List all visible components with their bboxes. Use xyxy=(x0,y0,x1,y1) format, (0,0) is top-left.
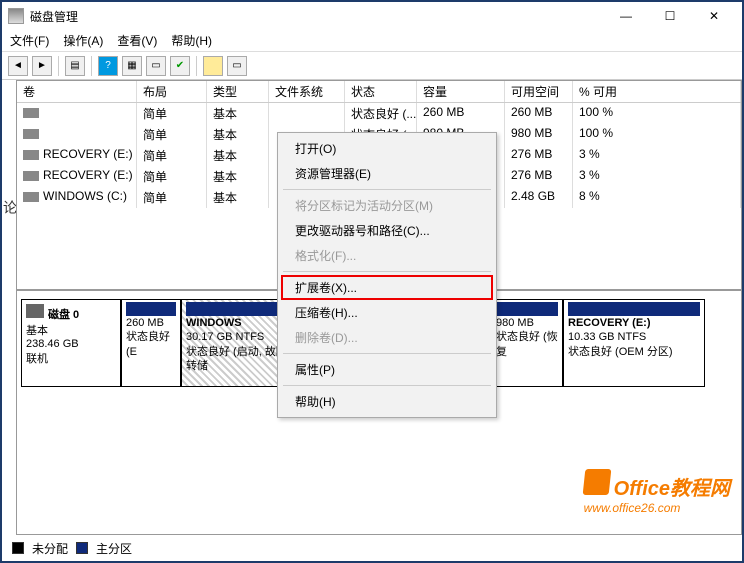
context-menu-item[interactable]: 扩展卷(X)... xyxy=(281,275,493,300)
folder-button[interactable] xyxy=(203,56,223,76)
context-menu-item[interactable]: 属性(P) xyxy=(281,357,493,382)
partition-size: 260 MB xyxy=(126,316,176,330)
disk-size: 238.46 GB xyxy=(26,338,116,350)
toolbar: ◄ ► ▤ ? ▦ ▭ ✔ ▭ xyxy=(2,52,742,80)
legend: 未分配 主分区 xyxy=(2,535,742,561)
context-menu-separator xyxy=(283,271,491,272)
partition-header xyxy=(126,302,176,316)
partition-state: 状态良好 (OEM 分区) xyxy=(568,345,700,359)
col-status[interactable]: 状态 xyxy=(345,81,417,102)
partition-size: 10.33 GB NTFS xyxy=(568,330,700,344)
partition[interactable]: RECOVERY (E:)10.33 GB NTFS状态良好 (OEM 分区) xyxy=(563,299,705,387)
partition-state: 状态良好 (E xyxy=(126,330,176,359)
col-type[interactable]: 类型 xyxy=(207,81,269,102)
col-free[interactable]: 可用空间 xyxy=(505,81,573,102)
watermark-text: Office教程网 xyxy=(614,478,730,500)
help-button[interactable]: ? xyxy=(98,56,118,76)
partition-name: RECOVERY (E:) xyxy=(568,316,700,330)
watermark-icon xyxy=(582,469,611,495)
volume-icon xyxy=(23,192,39,202)
disk-name: 磁盘 0 xyxy=(48,309,79,321)
refresh-button[interactable]: ▭ xyxy=(146,56,166,76)
app-icon xyxy=(8,8,24,24)
partition[interactable]: 980 MB状态良好 (恢复 xyxy=(491,299,563,387)
watermark: Office教程网 www.office26.com xyxy=(584,469,730,515)
col-volume[interactable]: 卷 xyxy=(17,81,137,102)
menubar: 文件(F) 操作(A) 查看(V) 帮助(H) xyxy=(2,30,742,52)
disk-state: 联机 xyxy=(26,350,116,366)
minimize-button[interactable]: — xyxy=(604,4,648,28)
toolbar-sep xyxy=(196,56,197,76)
content: 卷 布局 类型 文件系统 状态 容量 可用空间 % 可用 简单基本状态良好 (.… xyxy=(16,80,742,535)
left-strip: 论 xyxy=(4,80,16,521)
ext-button[interactable]: ▭ xyxy=(227,56,247,76)
context-menu-separator xyxy=(283,385,491,386)
context-menu-item[interactable]: 更改驱动器号和路径(C)... xyxy=(281,218,493,243)
context-menu-item: 将分区标记为活动分区(M) xyxy=(281,193,493,218)
context-menu-separator xyxy=(283,189,491,190)
volume-icon xyxy=(23,108,39,118)
disk-icon xyxy=(26,304,44,318)
table-row[interactable]: 简单基本状态良好 (...260 MB260 MB100 % xyxy=(17,103,741,124)
context-menu-item[interactable]: 帮助(H) xyxy=(281,389,493,414)
disk-info[interactable]: 磁盘 0 基本 238.46 GB 联机 xyxy=(21,299,121,387)
context-menu-item: 删除卷(D)... xyxy=(281,325,493,350)
legend-primary: 主分区 xyxy=(96,540,132,557)
context-menu-item: 格式化(F)... xyxy=(281,243,493,268)
partition-header xyxy=(568,302,700,316)
partition[interactable]: 260 MB状态良好 (E xyxy=(121,299,181,387)
col-capacity[interactable]: 容量 xyxy=(417,81,505,102)
properties-button[interactable]: ▦ xyxy=(122,56,142,76)
legend-primary-box xyxy=(76,542,88,554)
menu-action[interactable]: 操作(A) xyxy=(63,32,103,49)
menu-view[interactable]: 查看(V) xyxy=(117,32,157,49)
context-menu-item[interactable]: 压缩卷(H)... xyxy=(281,300,493,325)
menu-help[interactable]: 帮助(H) xyxy=(171,32,212,49)
grid-header: 卷 布局 类型 文件系统 状态 容量 可用空间 % 可用 xyxy=(17,81,741,103)
partition-size: 980 MB xyxy=(496,316,558,330)
context-menu-item[interactable]: 打开(O) xyxy=(281,136,493,161)
checks-button[interactable]: ✔ xyxy=(170,56,190,76)
list-view-button[interactable]: ▤ xyxy=(65,56,85,76)
context-menu: 打开(O)资源管理器(E) 将分区标记为活动分区(M)更改驱动器号和路径(C)..… xyxy=(277,132,497,418)
watermark-url: www.office26.com xyxy=(584,501,730,515)
titlebar: 磁盘管理 — ☐ ✕ xyxy=(2,2,742,30)
toolbar-sep xyxy=(58,56,59,76)
context-menu-separator xyxy=(283,353,491,354)
back-button[interactable]: ◄ xyxy=(8,56,28,76)
close-button[interactable]: ✕ xyxy=(692,4,736,28)
col-layout[interactable]: 布局 xyxy=(137,81,207,102)
legend-unalloc-box xyxy=(12,542,24,554)
toolbar-sep xyxy=(91,56,92,76)
window: 磁盘管理 — ☐ ✕ 文件(F) 操作(A) 查看(V) 帮助(H) ◄ ► ▤… xyxy=(0,0,744,563)
partition-header xyxy=(496,302,558,316)
col-pct[interactable]: % 可用 xyxy=(573,81,741,102)
context-menu-item[interactable]: 资源管理器(E) xyxy=(281,161,493,186)
volume-icon xyxy=(23,171,39,181)
volume-icon xyxy=(23,129,39,139)
volume-icon xyxy=(23,150,39,160)
col-filesystem[interactable]: 文件系统 xyxy=(269,81,345,102)
window-title: 磁盘管理 xyxy=(30,8,604,25)
forward-button[interactable]: ► xyxy=(32,56,52,76)
legend-unalloc: 未分配 xyxy=(32,540,68,557)
menu-file[interactable]: 文件(F) xyxy=(10,32,49,49)
partition-state: 状态良好 (恢复 xyxy=(496,330,558,359)
disk-type: 基本 xyxy=(26,322,116,338)
maximize-button[interactable]: ☐ xyxy=(648,4,692,28)
